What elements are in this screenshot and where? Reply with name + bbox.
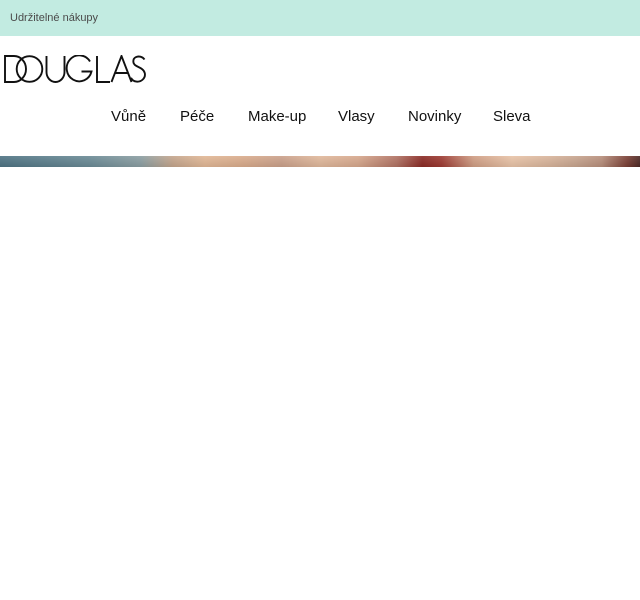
main-content [0, 167, 640, 600]
nav-item-novinky[interactable]: Novinky [408, 108, 461, 125]
hero-banner-overlay [0, 156, 640, 167]
site-header: Vůně Péče Make-up Vlasy Novinky Sleva [0, 36, 640, 156]
sustainable-shopping-link[interactable]: Udržitelné nákupy [10, 11, 98, 25]
top-info-bar: Udržitelné nákupy [0, 0, 640, 36]
hero-banner-image[interactable] [0, 156, 640, 167]
nav-item-vune[interactable]: Vůně [111, 108, 146, 125]
nav-item-pece[interactable]: Péče [180, 108, 214, 125]
nav-item-vlasy[interactable]: Vlasy [338, 108, 375, 125]
douglas-logo-icon [4, 55, 146, 83]
nav-item-make-up[interactable]: Make-up [248, 108, 306, 125]
nav-item-sleva[interactable]: Sleva [493, 108, 531, 125]
main-navigation: Vůně Péče Make-up Vlasy Novinky Sleva [0, 108, 640, 126]
douglas-logo[interactable] [4, 55, 146, 83]
